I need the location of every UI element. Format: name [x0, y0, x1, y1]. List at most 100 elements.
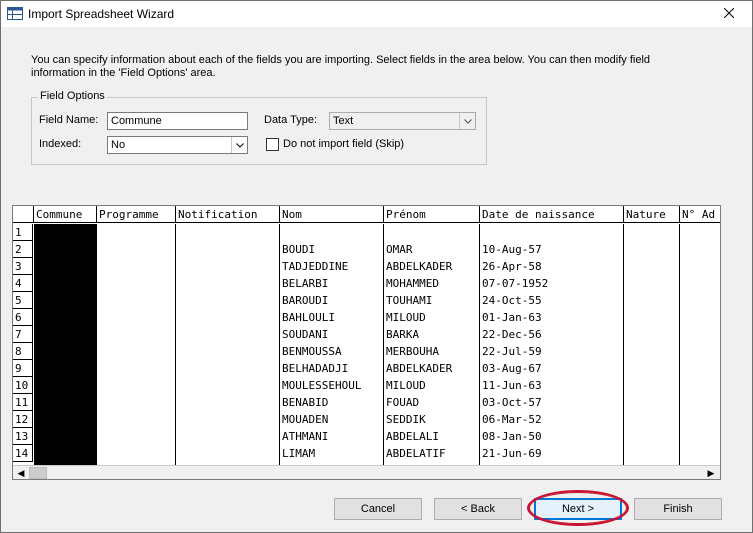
column-header[interactable]: Nature [624, 206, 680, 223]
cell-nom: BOUDI [282, 243, 316, 256]
row-number: 4 [13, 275, 33, 292]
cell-prenom [384, 224, 478, 241]
indexed-select[interactable]: No [107, 136, 248, 154]
cell-prenom: BARKA [386, 328, 420, 341]
cell-prenom: ABDELATIF [386, 447, 446, 460]
cell-nom: TADJEDDINE [282, 260, 349, 273]
column-divider [623, 224, 624, 465]
cell-nom: BAROUDI [282, 294, 329, 307]
column-header[interactable]: N° Ad [680, 206, 720, 223]
cell-date: 08-Jan-50 [482, 430, 542, 443]
cell-nom: BELHADADJI [282, 362, 349, 375]
cell-nom: LIMAM [282, 447, 316, 460]
chevron-down-icon [459, 113, 475, 129]
cell-date: 26-Apr-58 [482, 260, 542, 273]
cell-date: 06-Mar-52 [482, 413, 542, 426]
skip-field-label: Do not import field (Skip) [283, 138, 405, 150]
instructions-line-2: information in the 'Field Options' area. [31, 67, 216, 79]
cell-date: 01-Jan-63 [482, 311, 542, 324]
cell-prenom: ABDELKADER [386, 362, 453, 375]
row-number: 12 [13, 411, 33, 428]
table-window-icon [7, 7, 23, 20]
field-name-input[interactable]: Commune [107, 112, 248, 130]
cell-date: 22-Jul-59 [482, 345, 542, 358]
cell-prenom: MERBOUHA [386, 345, 439, 358]
cell-date: 24-Oct-55 [482, 294, 542, 307]
cell-prenom: MOHAMMED [386, 277, 439, 290]
indexed-label: Indexed: [39, 138, 82, 150]
cell-prenom: TOUHAMI [386, 294, 433, 307]
cell-date: 22-Dec-56 [482, 328, 542, 341]
row-number: 3 [13, 258, 33, 275]
horizontal-scroll-thumb[interactable] [29, 467, 47, 479]
import-spreadsheet-wizard-window: Import Spreadsheet Wizard You can specif… [0, 0, 753, 533]
cell-nom [280, 224, 382, 241]
field-options-group: Field Options Field Name: Commune Data T… [31, 90, 487, 165]
row-number: 13 [13, 428, 33, 445]
row-number: 11 [13, 394, 33, 411]
column-header[interactable]: Commune [34, 206, 97, 223]
row-number: 2 [13, 241, 33, 258]
horizontal-scrollbar[interactable]: ◀ ▶ [13, 465, 720, 479]
scroll-right-icon[interactable]: ▶ [703, 465, 719, 479]
row-number: 10 [13, 377, 33, 394]
column-header[interactable]: Nom [280, 206, 384, 223]
cell-nom: BAHLOULI [282, 311, 335, 324]
cell-nom: BENABID [282, 396, 329, 409]
cell-nom: MOULESSEHOUL [282, 379, 362, 392]
next-button[interactable]: Next > [534, 498, 622, 520]
column-divider [679, 224, 680, 465]
chevron-down-icon [231, 137, 247, 153]
cell-date: 07-07-1952 [482, 277, 549, 290]
cell-nom: BENMOUSSA [282, 345, 342, 358]
row-number: 5 [13, 292, 33, 309]
row-number: 1 [13, 224, 33, 241]
column-header[interactable]: Date de naissance [480, 206, 624, 223]
data-type-label: Data Type: [264, 114, 317, 126]
cell-nom: MOUADEN [282, 413, 329, 426]
close-icon [723, 7, 735, 21]
scroll-left-icon[interactable]: ◀ [13, 465, 29, 479]
cancel-button[interactable]: Cancel [334, 498, 422, 520]
column-header[interactable]: Prénom [384, 206, 480, 223]
row-number: 6 [13, 309, 33, 326]
data-type-value: Text [333, 115, 354, 127]
data-type-select[interactable]: Text [329, 112, 476, 130]
vertical-scrollbar[interactable]: ▲ ▼ [720, 224, 721, 464]
instructions-line-1: You can specify information about each o… [31, 54, 651, 66]
finish-button[interactable]: Finish [634, 498, 722, 520]
data-preview-grid[interactable]: Commune Programme Notification Nom Prénom Dat… [12, 205, 721, 480]
cell-date: 03-Aug-67 [482, 362, 542, 375]
selected-column-highlight [34, 224, 97, 465]
title-bar: Import Spreadsheet Wizard [1, 1, 752, 27]
cell-date: 21-Jun-69 [482, 447, 542, 460]
cell-nom: BELARBI [282, 277, 329, 290]
window-title: Import Spreadsheet Wizard [28, 7, 175, 21]
cell-date: 10-Aug-57 [482, 243, 542, 256]
cell-prenom: ABDELALI [386, 430, 439, 443]
column-header[interactable]: Notification [176, 206, 280, 223]
row-number: 9 [13, 360, 33, 377]
cell-nom: SOUDANI [282, 328, 329, 341]
cell-nom: ATHMANI [282, 430, 329, 443]
cell-prenom: MILOUD [386, 311, 426, 324]
cell-prenom: SEDDIK [386, 413, 426, 426]
instructions-text: You can specify information about each o… [31, 54, 681, 80]
field-name-label: Field Name: [39, 114, 99, 126]
indexed-value: No [111, 139, 126, 151]
skip-field-checkbox[interactable] [266, 138, 279, 151]
row-number: 14 [13, 445, 33, 462]
field-options-legend: Field Options [38, 90, 107, 102]
cell-prenom: ABDELKADER [386, 260, 453, 273]
cell-prenom: MILOUD [386, 379, 426, 392]
column-header[interactable]: Programme [97, 206, 176, 223]
row-number: 8 [13, 343, 33, 360]
cell-date: 03-Oct-57 [482, 396, 542, 409]
cell-date: 11-Jun-63 [482, 379, 542, 392]
row-number: 7 [13, 326, 33, 343]
back-button[interactable]: < Back [434, 498, 522, 520]
column-divider [96, 224, 97, 465]
column-divider [175, 224, 176, 465]
close-button[interactable] [706, 1, 752, 27]
cell-prenom: FOUAD [386, 396, 420, 409]
